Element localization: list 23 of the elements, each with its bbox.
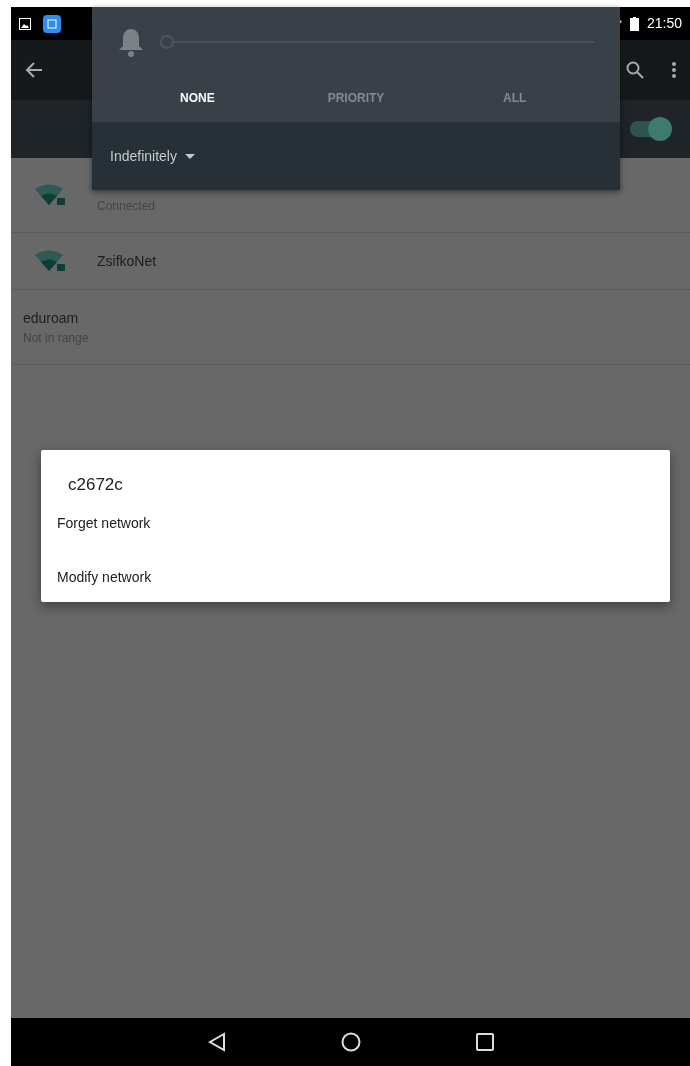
network-name: ZsifkoNet [97,251,157,271]
recents-icon[interactable] [475,1033,494,1051]
network-row[interactable]: ZsifkoNet [11,233,690,290]
clock-time: 21:50 [646,14,682,33]
wifi-lock-icon [35,249,65,273]
home-icon[interactable] [340,1032,361,1052]
mode-tab[interactable]: ALL [435,85,594,111]
mode-tab[interactable]: PRIORITY [276,85,436,111]
battery-icon [629,16,639,31]
app-icon [43,14,61,33]
dialog-title: c2672c [67,474,124,496]
overflow-menu-icon[interactable] [672,62,676,78]
back-icon[interactable] [207,1032,226,1052]
image-icon [19,17,31,30]
network-name: eduroam [23,308,80,328]
wifi-lock-icon [35,183,65,207]
caret-icon [184,153,195,159]
dialog-option[interactable]: Forget network [41,509,167,537]
back-arrow-icon[interactable] [25,61,43,79]
bell-icon [118,27,144,57]
dialog-option[interactable]: Modify network [41,563,168,591]
search-icon[interactable] [626,61,644,79]
mode-tab[interactable]: NONE [118,85,277,111]
